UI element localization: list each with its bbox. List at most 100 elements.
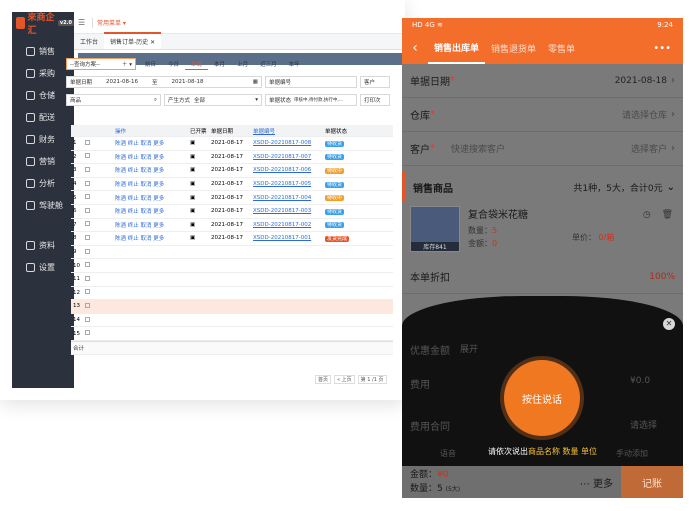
row-actions[interactable]: 陈酒 终止 取消 更多 <box>113 180 188 188</box>
customer-field[interactable]: 客户 <box>360 76 390 88</box>
table-row[interactable]: 7 陈酒 终止 取消 更多 ▣ 2021-08-17 XSDD-20210817-002… <box>71 219 393 233</box>
discount-row[interactable]: 本单折扣 100% <box>402 260 683 294</box>
sidebar-item[interactable]: 驾驶舱 <box>12 194 74 216</box>
menu-toggle-icon[interactable]: ☰ <box>78 18 88 27</box>
row-checkbox[interactable] <box>83 166 95 174</box>
common-menu-button[interactable]: 常用菜单 ▾ <box>97 18 126 27</box>
column-header[interactable]: 操作 <box>113 127 188 135</box>
close-icon[interactable]: ✕ <box>150 39 155 46</box>
sidebar-item[interactable]: 分析 <box>12 172 74 194</box>
table-row-empty[interactable]: 9 <box>71 246 393 260</box>
customer-search-input[interactable]: 快速搜索客户 <box>451 142 505 155</box>
quick-date-button[interactable]: 上月 <box>231 58 254 70</box>
quick-date-button[interactable]: 本月 <box>208 58 231 70</box>
tab-sales-outbound[interactable]: 销售出库单 <box>428 32 486 64</box>
table-row-empty[interactable]: 13 <box>71 300 393 314</box>
row-actions[interactable]: 陈酒 终止 取消 更多 <box>113 153 188 161</box>
tab-sales-return[interactable]: 销售退货单 <box>485 32 542 64</box>
table-row[interactable]: 2 陈酒 终止 取消 更多 ▣ 2021-08-17 XSDD-20210817-007… <box>71 151 393 165</box>
row-checkbox[interactable] <box>83 221 95 228</box>
table-row-empty[interactable]: 10 <box>71 259 393 273</box>
row-bill-link[interactable]: XSDD-20210817-007 <box>251 154 323 160</box>
table-row-empty[interactable]: 15 <box>71 327 393 341</box>
row-actions[interactable]: 陈酒 终止 取消 更多 <box>113 234 188 242</box>
row-bill-link[interactable]: XSDD-20210817-006 <box>251 167 323 173</box>
table-row[interactable]: 6 陈酒 终止 取消 更多 ▣ 2021-08-17 XSDD-20210817-003… <box>71 205 393 219</box>
history-icon[interactable]: ◷ <box>643 210 651 220</box>
row-checkbox[interactable] <box>83 207 95 215</box>
table-row[interactable]: 1 陈酒 终止 取消 更多 ▣ 2021-08-17 XSDD-20210817-008… <box>71 137 393 151</box>
quick-date-button[interactable]: 近三月 <box>254 58 283 70</box>
row-bill-link[interactable]: XSDD-20210817-004 <box>251 195 323 201</box>
sidebar-item[interactable]: 配送 <box>12 106 74 128</box>
column-header[interactable]: 单据编号 <box>251 127 323 135</box>
date-range-field[interactable]: 单据日期 2021-08-16 至 2021-08-18 ▦ <box>66 76 262 88</box>
row-bill-link[interactable]: XSDD-20210817-001 <box>251 235 323 241</box>
prev-page-button[interactable]: « 上页 <box>334 375 355 384</box>
sidebar-item[interactable]: 采购 <box>12 62 74 84</box>
qty-value[interactable]: 5 <box>492 226 497 235</box>
row-checkbox[interactable] <box>83 180 95 188</box>
sidebar-item[interactable]: 仓储 <box>12 84 74 106</box>
row-checkbox[interactable] <box>83 289 95 296</box>
row-actions[interactable]: 陈酒 终止 取消 更多 <box>113 221 188 229</box>
tab-sales-order-history[interactable]: 销售订单-历史 ✕ <box>104 32 162 49</box>
row-actions[interactable]: 陈酒 终止 取消 更多 <box>113 166 188 174</box>
scheme-select[interactable]: --查询方案-- ＋ ▾ <box>66 58 136 70</box>
chevron-down-icon[interactable]: ⌄ <box>667 182 675 193</box>
save-button[interactable]: 记账 <box>621 466 683 498</box>
product-field[interactable]: 商品 ⌕ <box>66 94 161 106</box>
quick-date-button[interactable]: 今日 <box>162 58 185 70</box>
row-checkbox[interactable] <box>83 262 95 269</box>
row-checkbox[interactable] <box>83 248 95 256</box>
row-checkbox[interactable] <box>83 275 95 283</box>
row-actions[interactable]: 陈酒 终止 取消 更多 <box>113 194 188 202</box>
tab-retail[interactable]: 零售单 <box>542 32 581 64</box>
table-row-empty[interactable]: 11 <box>71 273 393 287</box>
back-icon[interactable]: ‹ <box>402 40 428 56</box>
row-checkbox[interactable] <box>83 316 95 324</box>
status-select[interactable]: 单据状态 审核中,待付款,执行中,… <box>265 94 357 106</box>
row-checkbox[interactable] <box>83 194 95 201</box>
row-actions[interactable]: 陈酒 终止 取消 更多 <box>113 139 188 147</box>
quick-date-button[interactable]: 本年 <box>283 58 306 70</box>
more-icon[interactable]: ••• <box>653 43 671 54</box>
first-page-button[interactable]: 首页 <box>315 375 332 384</box>
sidebar-item[interactable]: 资料 <box>12 234 74 256</box>
date-row[interactable]: 单据日期 * 2021-08-18 › <box>402 64 683 98</box>
product-item[interactable]: 库存841 复合袋米花糖 数量：5 金额：0 单价： 0/箱 ◷ 🗑 <box>402 202 683 260</box>
table-row[interactable]: 8 陈酒 终止 取消 更多 ▣ 2021-08-17 XSDD-20210817-001… <box>71 232 393 246</box>
more-button[interactable]: ⋯ 更多 <box>580 475 613 490</box>
row-bill-link[interactable]: XSDD-20210817-005 <box>251 181 323 187</box>
row-checkbox[interactable] <box>83 302 95 310</box>
column-header[interactable]: 单据状态 <box>323 127 363 135</box>
close-icon[interactable]: ✕ <box>663 318 675 330</box>
trash-icon[interactable]: 🗑 <box>662 210 673 220</box>
sidebar-item[interactable]: 销售 <box>12 40 74 62</box>
bill-number-field[interactable]: 单据编号 <box>265 76 357 88</box>
row-bill-link[interactable]: XSDD-20210817-003 <box>251 208 323 214</box>
table-row[interactable]: 4 陈酒 终止 取消 更多 ▣ 2021-08-17 XSDD-20210817-005… <box>71 178 393 192</box>
table-row-empty[interactable]: 12 <box>71 287 393 301</box>
warehouse-row[interactable]: 仓库 * 请选择仓库 › <box>402 98 683 132</box>
row-bill-link[interactable]: XSDD-20210817-008 <box>251 140 323 146</box>
row-checkbox[interactable] <box>83 153 95 160</box>
row-actions[interactable]: 陈酒 终止 取消 更多 <box>113 207 188 215</box>
print-count-field[interactable]: 打印次 <box>360 94 390 106</box>
row-checkbox[interactable] <box>83 139 95 147</box>
column-header[interactable]: 已开票 <box>188 127 209 135</box>
row-bill-link[interactable]: XSDD-20210817-002 <box>251 222 323 228</box>
quick-date-button[interactable]: 本周 <box>185 58 209 70</box>
customer-row[interactable]: 客户 * 快速搜索客户 选择客户 › <box>402 132 683 166</box>
sidebar-item[interactable]: 营销 <box>12 150 74 172</box>
sidebar-item[interactable]: 财务 <box>12 128 74 150</box>
table-row[interactable]: 5 陈酒 终止 取消 更多 ▣ 2021-08-17 XSDD-20210817-004… <box>71 191 393 205</box>
column-header[interactable]: 单据日期 <box>209 127 251 135</box>
quick-date-button[interactable]: 前日 <box>139 58 162 70</box>
table-row-empty[interactable]: 14 <box>71 314 393 328</box>
row-checkbox[interactable] <box>83 234 95 242</box>
row-checkbox[interactable] <box>83 330 95 337</box>
method-select[interactable]: 产生方式 全部 ▾ <box>164 94 262 106</box>
table-row[interactable]: 3 陈酒 终止 取消 更多 ▣ 2021-08-17 XSDD-20210817-006… <box>71 164 393 178</box>
hold-to-talk-button[interactable]: 按住说话 <box>504 360 580 436</box>
